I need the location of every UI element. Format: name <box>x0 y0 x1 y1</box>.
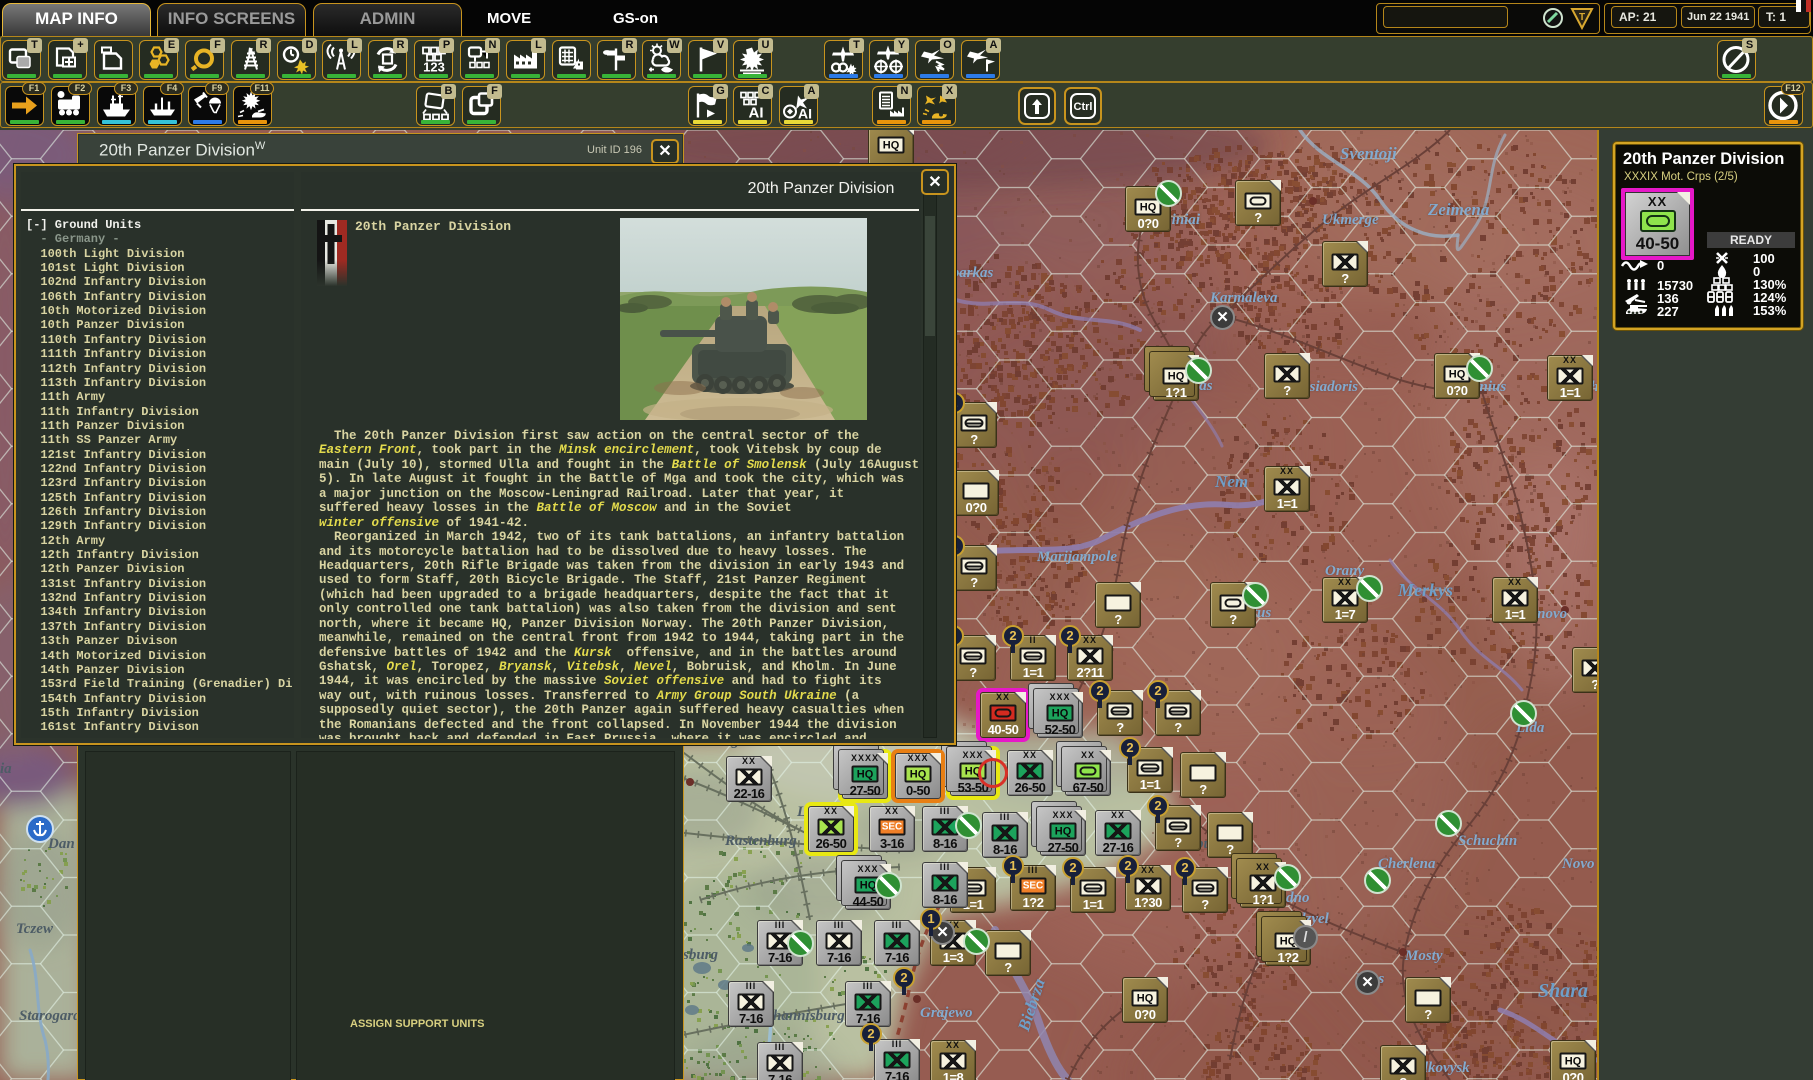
svg-text:AI: AI <box>749 105 764 122</box>
svg-text:123: 123 <box>423 60 445 75</box>
svg-text:T: T <box>1579 12 1585 23</box>
